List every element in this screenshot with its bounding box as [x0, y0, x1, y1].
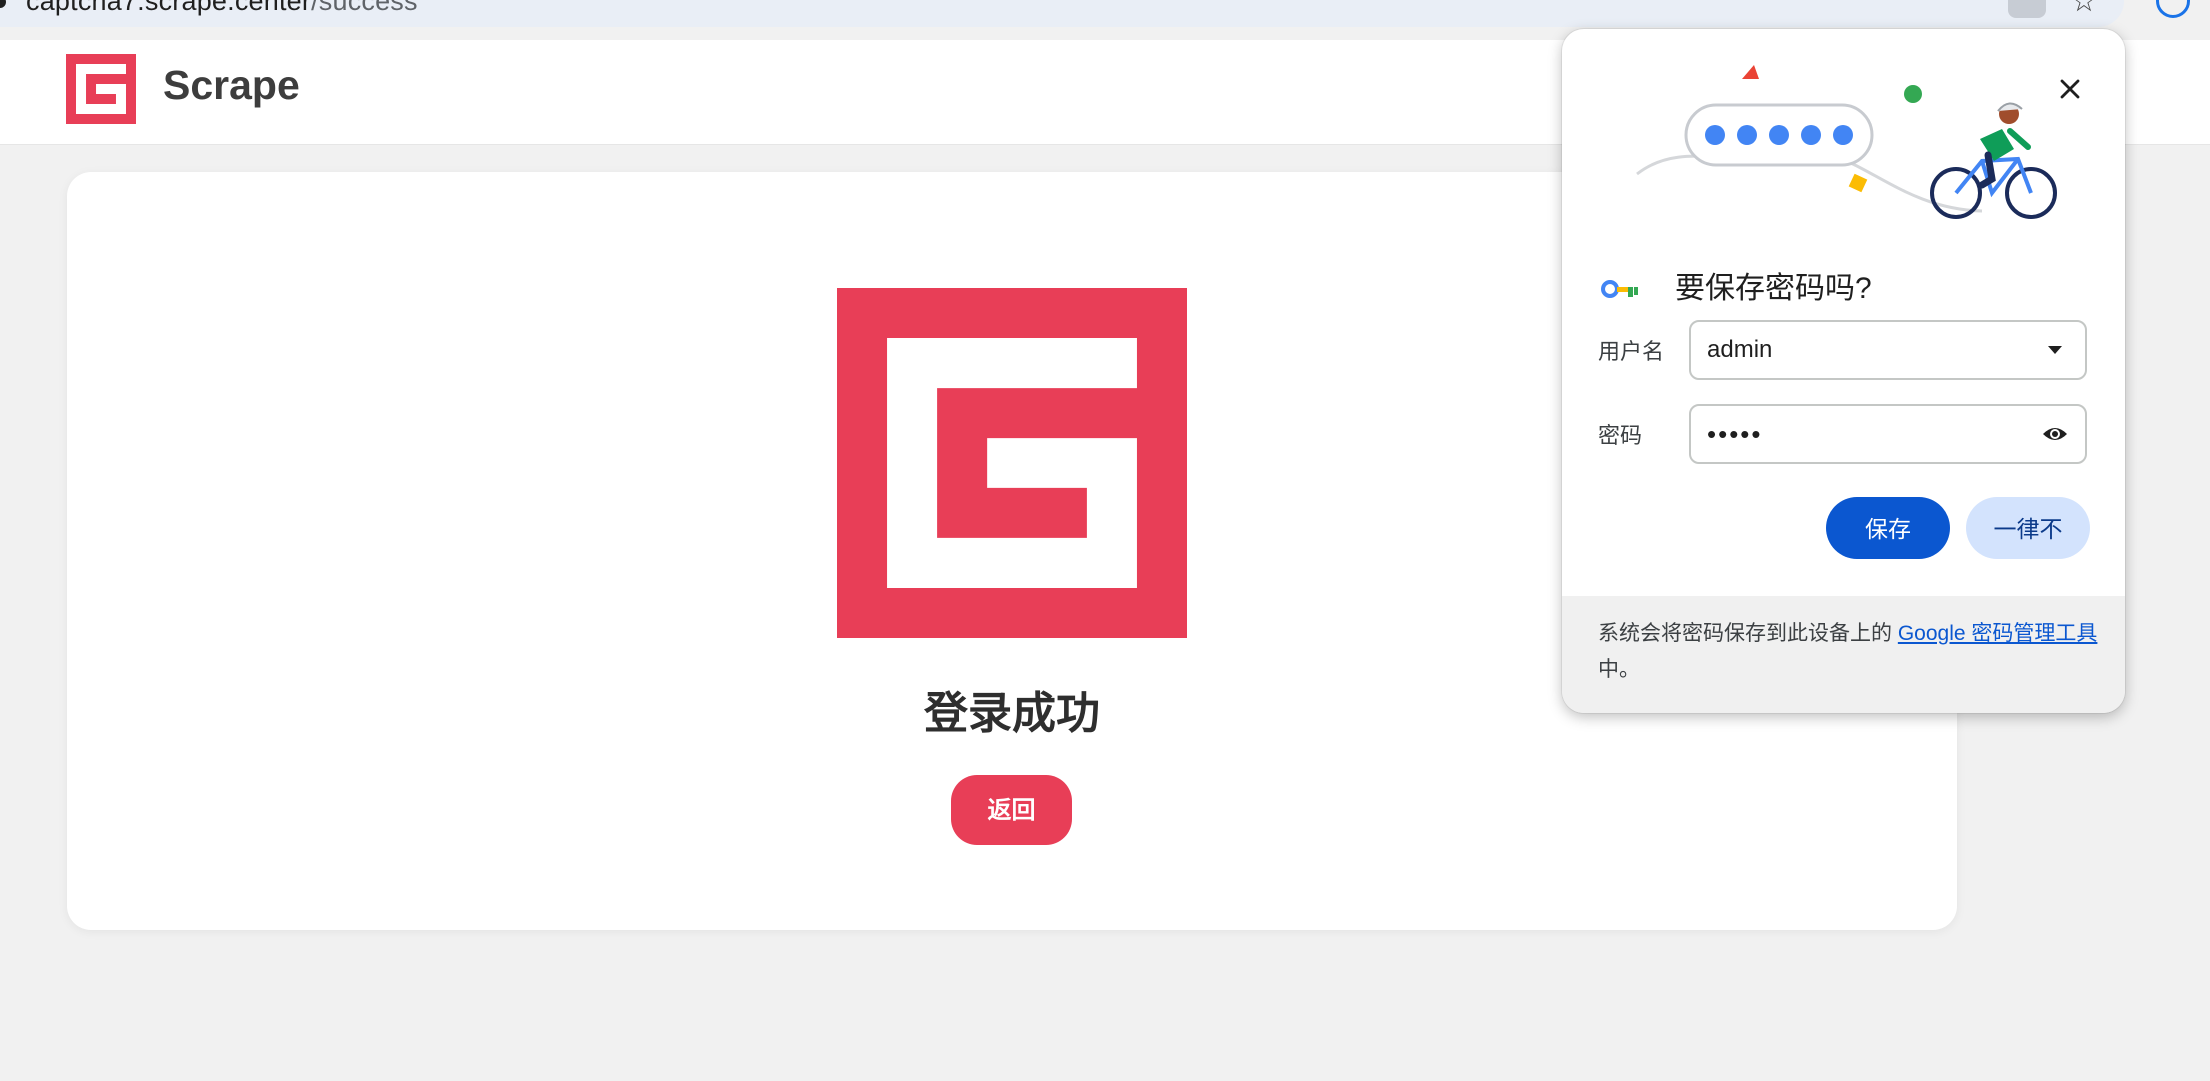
- url-text[interactable]: captcha7.scrape.center/success: [26, 0, 418, 17]
- password-value: •••••: [1707, 419, 1763, 449]
- username-label: 用户名: [1598, 339, 1665, 364]
- footer-text-before: 系统会将密码保存到此设备上的: [1598, 622, 1898, 645]
- popup-title: 要保存密码吗?: [1675, 272, 1872, 305]
- g-logo-icon: [837, 288, 1187, 638]
- url-host: captcha7.scrape.center: [26, 0, 312, 16]
- password-label: 密码: [1598, 423, 1643, 448]
- password-field[interactable]: •••••: [1689, 404, 2087, 464]
- key-icon: [1601, 280, 1638, 298]
- username-value: admin: [1707, 336, 1773, 363]
- password-key-icon[interactable]: [2008, 0, 2046, 18]
- address-bar[interactable]: captcha7.scrape.center/success ☆: [0, 0, 2124, 27]
- profile-icon[interactable]: [2156, 0, 2190, 18]
- site-title[interactable]: Scrape: [163, 60, 300, 110]
- save-button[interactable]: 保存: [1826, 497, 1950, 559]
- site-info-icon[interactable]: [0, 0, 6, 8]
- close-icon[interactable]: [2048, 67, 2092, 111]
- password-manager-link[interactable]: Google 密码管理工具: [1898, 622, 2098, 645]
- footer-text: 系统会将密码保存到此设备上的 Google 密码管理工具中。: [1598, 616, 2098, 688]
- footer-text-after: 中。: [1598, 658, 1640, 681]
- cyclist-illustration: [1636, 65, 2057, 219]
- star-icon[interactable]: ☆: [2068, 0, 2100, 18]
- username-select[interactable]: admin: [1689, 320, 2087, 380]
- eye-icon[interactable]: [2041, 422, 2069, 446]
- g-logo-icon[interactable]: [66, 54, 136, 124]
- url-path: /success: [311, 0, 418, 16]
- popup-footer: 系统会将密码保存到此设备上的 Google 密码管理工具中。: [1562, 596, 2125, 713]
- chevron-down-icon[interactable]: [2047, 344, 2063, 356]
- back-button[interactable]: 返回: [951, 775, 1072, 845]
- never-button[interactable]: 一律不: [1966, 497, 2090, 559]
- save-password-dialog: 要保存密码吗? 用户名 admin 密码 ••••• 保存 一律不 系统会将密码…: [1562, 29, 2125, 713]
